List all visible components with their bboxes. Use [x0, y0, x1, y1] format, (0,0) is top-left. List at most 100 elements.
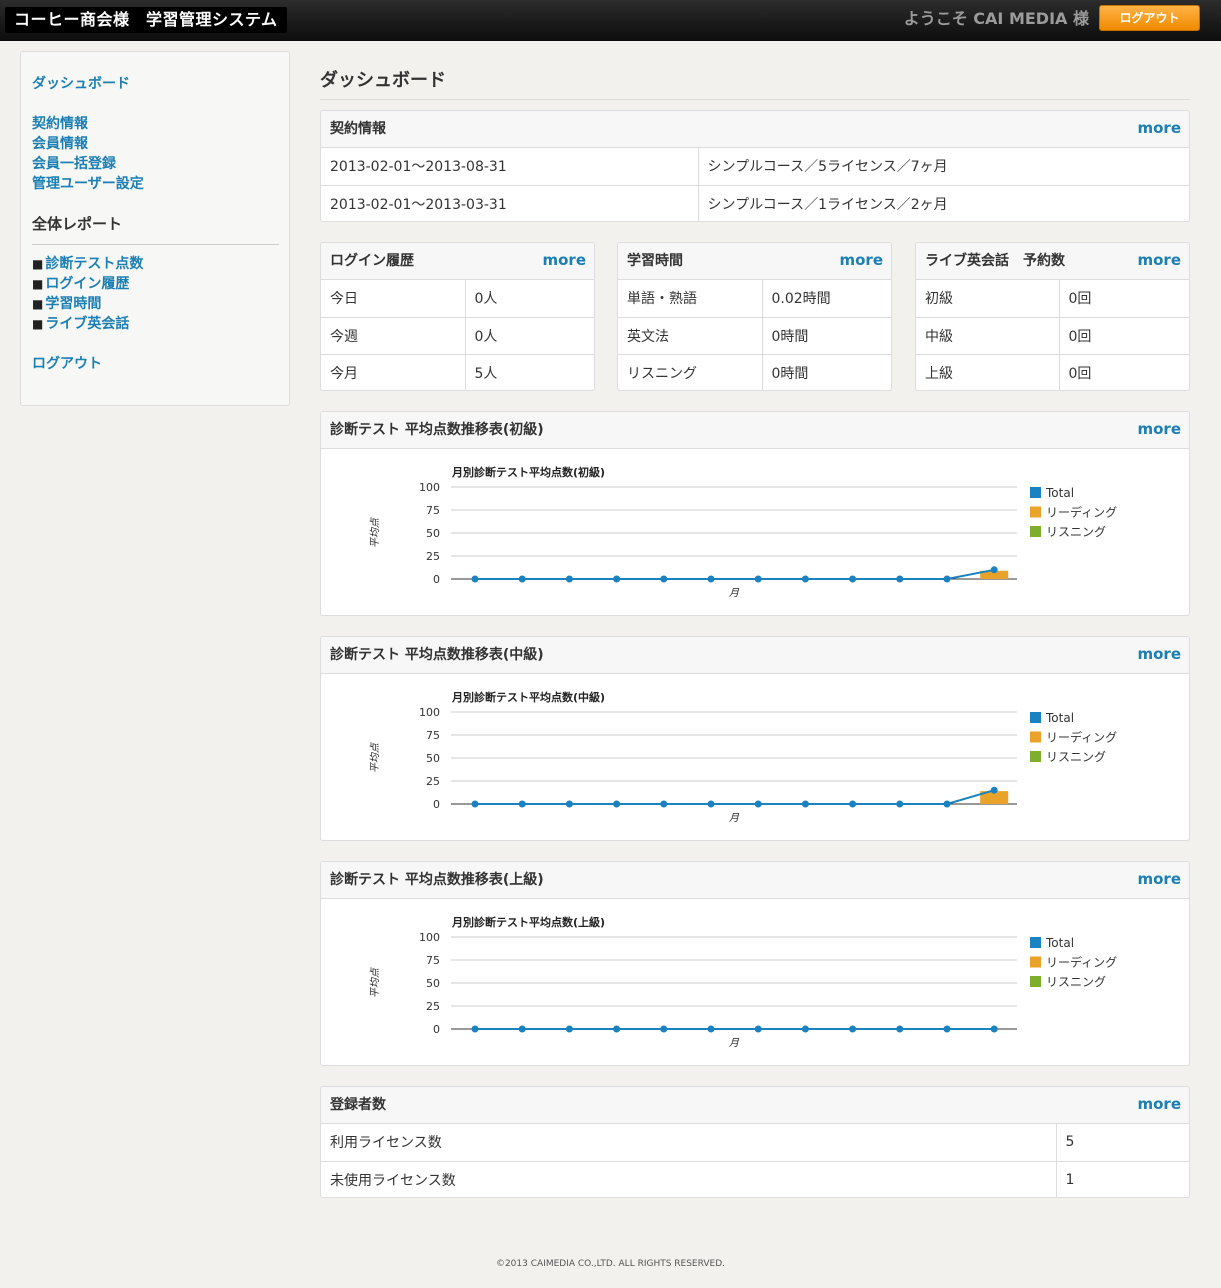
sidebar-item-logout[interactable]: ログアウト [32, 355, 102, 373]
study-time-table: 単語・熟語 0.02時間 英文法 0時間 リスニング 0時間 [618, 280, 891, 390]
more-link[interactable]: more [1137, 420, 1181, 438]
panel-title: 登録者数 [330, 1097, 386, 1113]
score-chart-intermediate: 月別診断テスト平均点数(中級) 0 25 50 75 100 平均点月 Total リーディング… [369, 690, 1117, 824]
more-link[interactable]: more [1137, 251, 1181, 269]
sidebar-item-label[interactable]: ライブ英会話 [45, 316, 129, 332]
data-point [613, 1025, 621, 1033]
sidebar-item-label[interactable]: 学習時間 [45, 296, 101, 312]
data-point [660, 575, 668, 583]
y-tick-label: 75 [426, 729, 440, 742]
y-tick-label: 75 [426, 954, 440, 967]
more-link[interactable]: more [1137, 645, 1181, 663]
divider [320, 99, 1190, 100]
sidebar-item-study-time[interactable]: ■ 学習時間 [32, 295, 101, 313]
data-point [849, 1025, 857, 1033]
table-cell: 2013-02-01～2013-08-31 [321, 148, 698, 186]
data-point [801, 575, 809, 583]
top-bar: コーヒー商会様 学習管理システム ようこそ CAI MEDIA 様 ログアウト [0, 0, 1221, 41]
data-point [518, 1025, 526, 1033]
panel-header: 診断テスト 平均点数推移表(中級) more [321, 637, 1189, 674]
data-point [613, 575, 621, 583]
bullet-icon: ■ [32, 257, 44, 271]
panel-header: 診断テスト 平均点数推移表(上級) more [321, 862, 1189, 899]
more-link[interactable]: more [839, 251, 883, 269]
table-cell: 今月 [330, 365, 358, 382]
panel-header: 診断テスト 平均点数推移表(初級) more [321, 412, 1189, 449]
report-heading: 全体レポート [32, 215, 123, 233]
table-row: 今週 0人 [321, 317, 594, 355]
sidebar-item-bulk-register[interactable]: 会員一括登録 [32, 155, 116, 173]
table-row: 未使用ライセンス数 1 [321, 1161, 1189, 1197]
table-cell: 0回 [1058, 354, 1189, 390]
panel-header: 学習時間 more [618, 243, 891, 280]
more-link[interactable]: more [1137, 1095, 1181, 1113]
y-tick-label: 25 [426, 1000, 440, 1013]
sidebar-item-contract[interactable]: 契約情報 [32, 115, 88, 133]
sidebar-item-label[interactable]: ログイン履歴 [45, 276, 129, 292]
page-title: ダッシュボード [320, 70, 446, 91]
data-point [990, 566, 998, 574]
data-point [754, 800, 762, 808]
legend-swatch [1030, 956, 1041, 968]
more-link[interactable]: more [1137, 119, 1181, 137]
panel-title: 学習時間 [627, 253, 683, 269]
table-cell: 未使用ライセンス数 [330, 1172, 456, 1189]
data-point [896, 575, 904, 583]
data-point [613, 800, 621, 808]
table-cell: リスニング [627, 365, 697, 382]
panel-title: 契約情報 [330, 121, 386, 137]
table-cell: 0.02時間 [761, 280, 891, 318]
sidebar-item-members[interactable]: 会員情報 [32, 135, 88, 153]
legend-label: リスニング [1046, 525, 1106, 539]
table-cell: 利用ライセンス数 [321, 1124, 1056, 1162]
legend-label: リーディング [1046, 505, 1117, 520]
y-tick-label: 0 [433, 1023, 440, 1036]
data-point [471, 575, 479, 583]
y-tick-label: 0 [433, 573, 440, 586]
data-point [707, 1025, 715, 1033]
registrations-panel: 登録者数 more 利用ライセンス数 5 未使用ライセンス数 1 [320, 1086, 1190, 1198]
table-row: 英文法 0時間 [618, 317, 891, 355]
panel-title: ログイン履歴 [330, 253, 414, 269]
data-point [471, 1025, 479, 1033]
chart-panel-beginner: 診断テスト 平均点数推移表(初級) more 月別診断テスト平均点数(初級) 0 2… [320, 411, 1190, 616]
sidebar-item-dashboard[interactable]: ダッシュボード [32, 75, 130, 93]
data-point [849, 800, 857, 808]
data-point [754, 575, 762, 583]
legend-label: Total [1045, 936, 1074, 950]
panel-title: 診断テスト 平均点数推移表(初級) [330, 422, 544, 438]
table-cell: 0人 [464, 280, 594, 318]
table-cell: 5 [1055, 1124, 1189, 1162]
chart-title: 月別診断テスト平均点数(中級) [451, 690, 605, 704]
data-point [801, 1025, 809, 1033]
table-cell: 単語・熟語 [618, 280, 762, 318]
bullet-icon: ■ [32, 277, 44, 291]
table-cell: 英文法 [618, 317, 762, 355]
logout-button[interactable]: ログアウト [1099, 5, 1200, 31]
sidebar-item-label[interactable]: 診断テスト点数 [45, 256, 143, 272]
sidebar-item-test-scores[interactable]: ■ 診断テスト点数 [32, 255, 143, 273]
table-cell: シンプルコース／5ライセンス／7ヶ月 [697, 148, 1189, 186]
live-english-panel: ライブ英会話 予約数 more 初級 0回 中級 0回 上級 0回 [915, 242, 1190, 391]
contract-table: 2013-02-01～2013-08-31 シンプルコース／5ライセンス／7ヶ月… [321, 148, 1189, 221]
footer-copyright: ©2013 CAIMEDIA CO.,LTD. ALL RIGHTS RESER… [495, 1259, 726, 1269]
legend-label: Total [1045, 711, 1074, 725]
table-row: 2013-02-01～2013-08-31 シンプルコース／5ライセンス／7ヶ月 [321, 148, 1189, 186]
data-point [707, 575, 715, 583]
y-tick-label: 0 [433, 798, 440, 811]
data-point [801, 800, 809, 808]
more-link[interactable]: more [542, 251, 586, 269]
sidebar-item-live-english[interactable]: ■ ライブ英会話 [32, 315, 129, 333]
sidebar-item-login-history[interactable]: ■ ログイン履歴 [32, 275, 129, 293]
table-cell: 今週 [321, 317, 465, 355]
table-row: リスニング 0時間 [618, 354, 891, 390]
y-tick-label: 50 [426, 527, 440, 540]
panel-header: 契約情報 more [321, 111, 1189, 148]
y-axis-label: 平均点 [369, 742, 381, 773]
sidebar-item-admin-users[interactable]: 管理ユーザー設定 [32, 175, 144, 193]
x-axis-label: 月 [729, 1038, 740, 1049]
legend-label: リスニング [1046, 750, 1106, 764]
table-cell: 2013-02-01～2013-03-31 [330, 196, 507, 213]
more-link[interactable]: more [1137, 870, 1181, 888]
legend-swatch [1030, 506, 1041, 518]
